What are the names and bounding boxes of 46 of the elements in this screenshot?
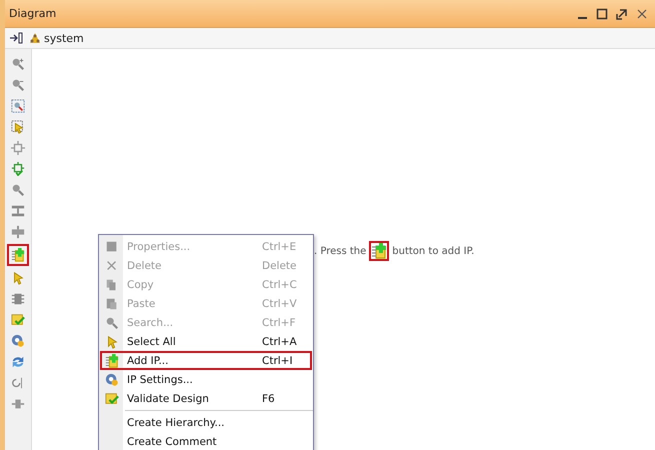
hint-text: button to add IP.: [392, 246, 474, 256]
menu-item[interactable]: Validate Design F6: [100, 389, 312, 408]
validate-icon: [105, 392, 119, 406]
collapse-panel-icon[interactable]: [9, 31, 23, 45]
properties-icon: [105, 240, 119, 254]
refresh-icon: [11, 355, 25, 369]
hook-icon: [11, 376, 25, 390]
expand-icon: [11, 204, 25, 218]
connector-icon: [11, 141, 25, 155]
paste-icon: [105, 296, 119, 310]
add-ip-icon: [11, 248, 25, 262]
float-button[interactable]: [615, 6, 629, 20]
menu-item[interactable]: IP Settings...: [100, 370, 312, 389]
toolbar-button[interactable]: [8, 139, 28, 157]
toolbar-button[interactable]: [7, 244, 29, 266]
pointer-icon: [11, 271, 25, 285]
maximize-icon: [595, 6, 609, 20]
menu-item[interactable]: Select All Ctrl+A: [100, 332, 312, 351]
close-icon: [635, 6, 649, 20]
search-icon: [105, 316, 119, 330]
delete-icon: [105, 258, 119, 272]
gear-icon: [11, 334, 25, 348]
menu-item[interactable]: Create Comment: [100, 432, 312, 450]
breadcrumb[interactable]: system: [29, 32, 84, 44]
pointer-icon: [105, 334, 119, 348]
menu-item[interactable]: Create Hierarchy...: [100, 413, 312, 432]
gear-icon: [105, 372, 119, 386]
hierarchy-icon: [29, 32, 41, 44]
collapse-icon: [11, 225, 25, 239]
magnifier-icon: [11, 57, 25, 71]
close-button[interactable]: [635, 6, 649, 20]
magnifier-icon: [11, 78, 25, 92]
minimize-icon: [578, 16, 586, 18]
hint-text: . Press the: [314, 246, 366, 256]
menu-item[interactable]: Add IP... Ctrl+I: [100, 351, 312, 370]
chip-icon: [11, 292, 25, 306]
check-block-icon: [11, 162, 25, 176]
search-icon: [11, 183, 25, 197]
add-ip-icon: [105, 354, 119, 368]
port-icon: [11, 397, 25, 411]
arrow-icon: [615, 6, 629, 20]
zoom-fit-icon: [11, 99, 25, 113]
maximize-button[interactable]: [595, 6, 609, 20]
window-title: Diagram: [9, 7, 58, 20]
validate-icon: [11, 313, 25, 327]
selection-icon: [11, 120, 25, 134]
